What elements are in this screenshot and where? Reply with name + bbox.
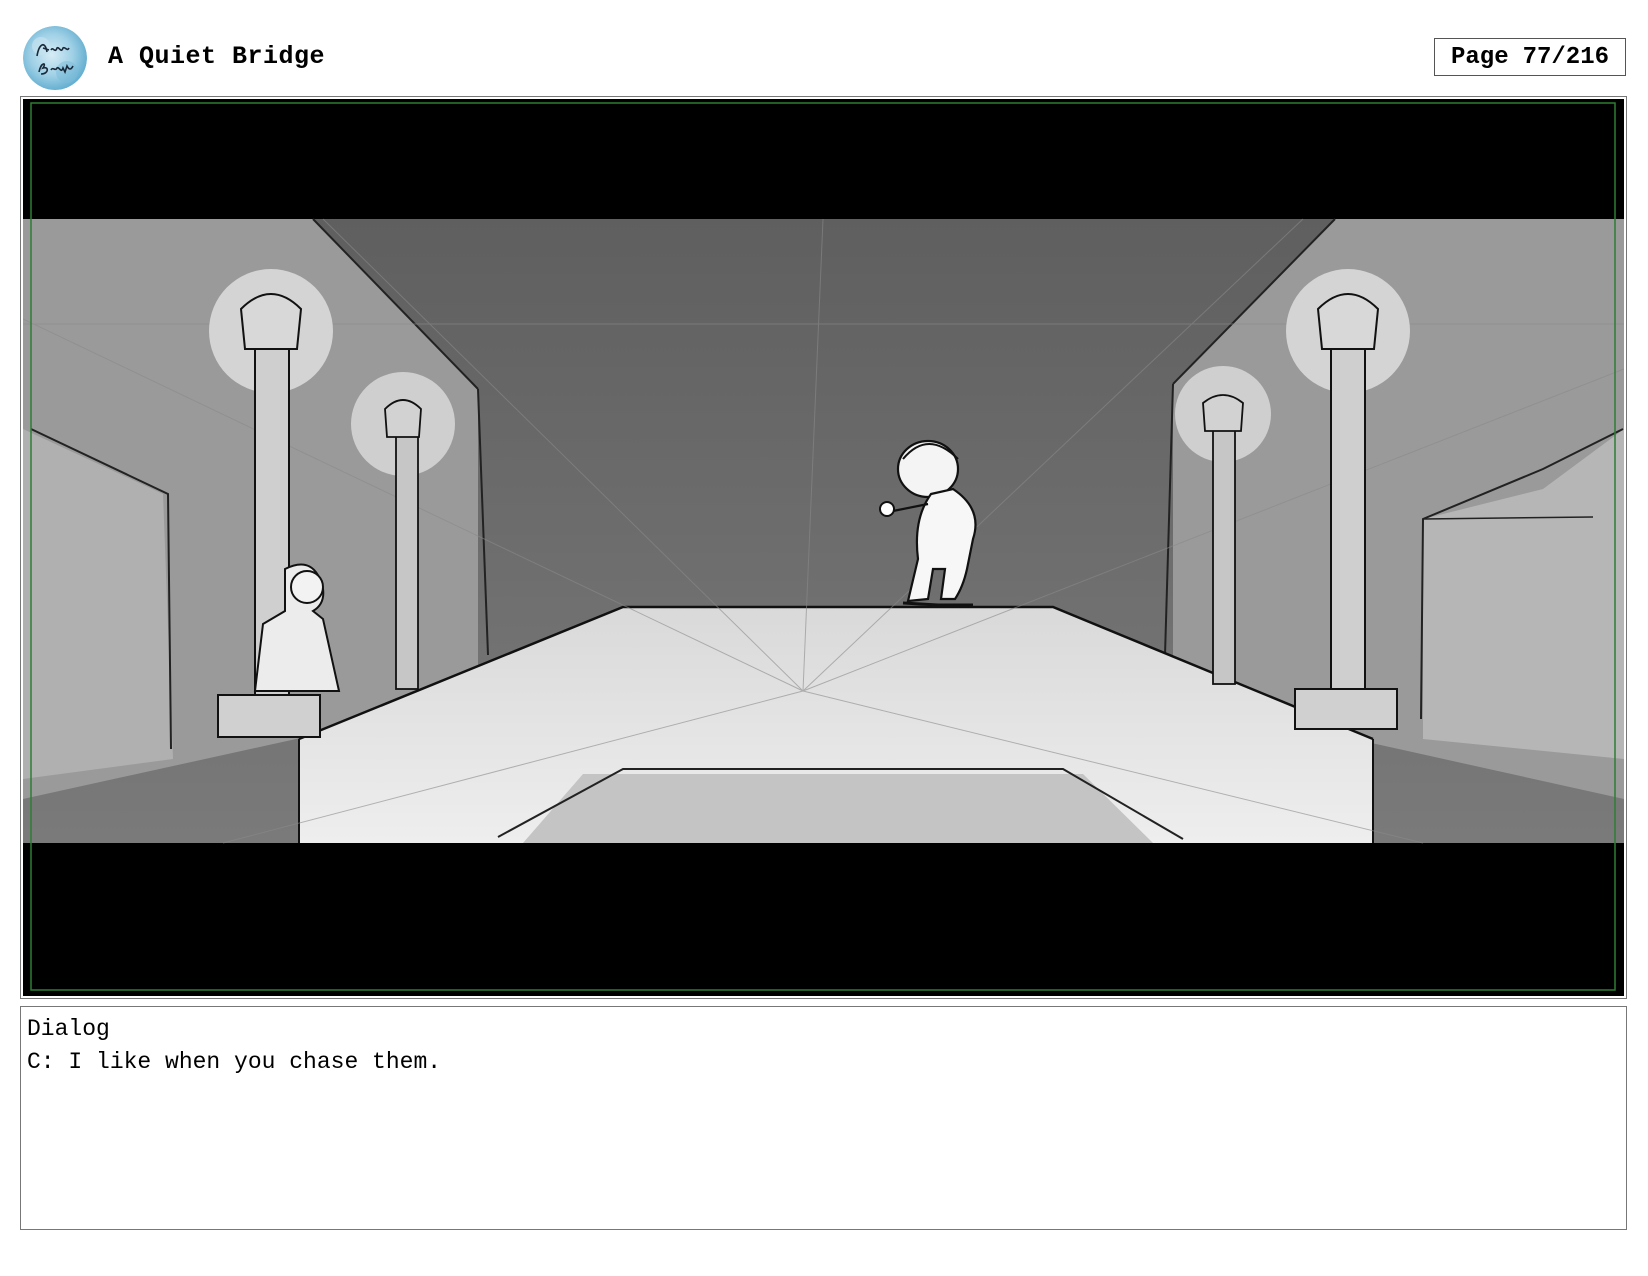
dialog-box: Dialog C: I like when you chase them. <box>20 1006 1627 1230</box>
artist-logo <box>23 26 87 90</box>
letterbox-top <box>23 99 1624 219</box>
page-label: Page <box>1450 43 1509 71</box>
dialog-heading: Dialog <box>27 1016 110 1042</box>
letterbox-bottom <box>23 843 1624 996</box>
storyboard-panel <box>20 96 1627 999</box>
storyboard-title: A Quiet Bridge <box>108 42 326 71</box>
dialog-line: C: I like when you chase them. <box>27 1049 442 1075</box>
panel-drawing <box>23 99 1624 996</box>
page-number: 77/216 <box>1522 43 1610 71</box>
watercolor-logo-icon <box>23 26 87 90</box>
page-indicator: Page 77/216 <box>1434 38 1626 76</box>
